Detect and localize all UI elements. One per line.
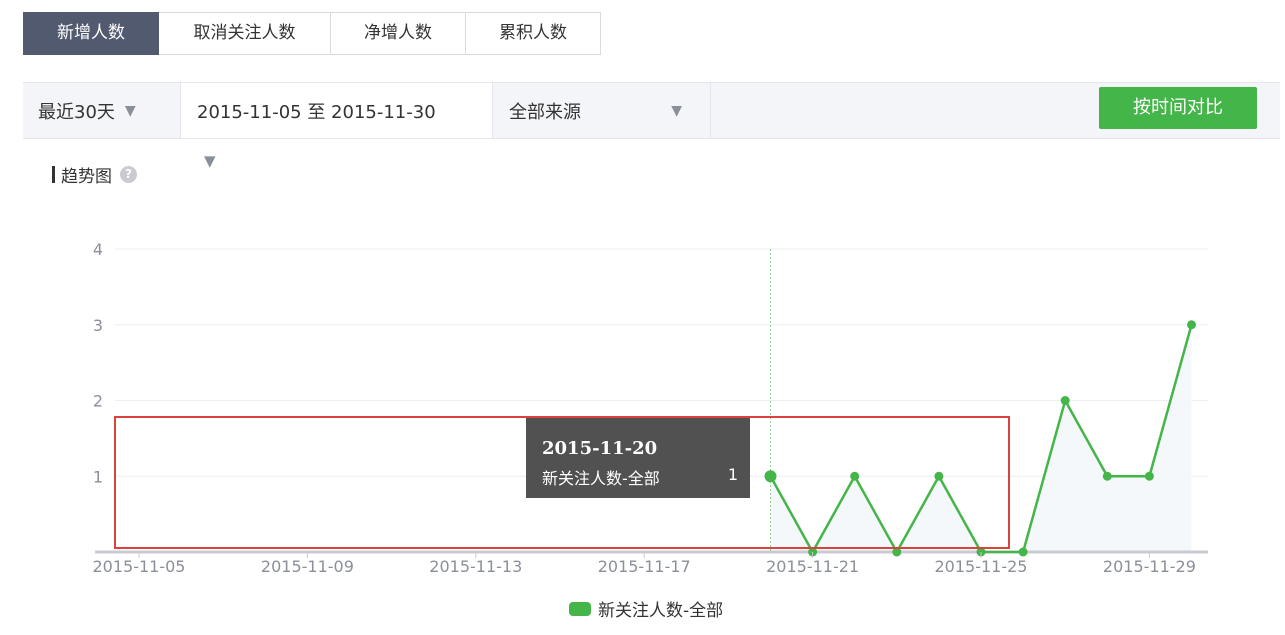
legend-label: 新关注人数-全部 [598,601,724,621]
x-tick-label: 2015-11-25 [935,557,1028,576]
x-tick-label: 2015-11-21 [766,557,859,576]
data-point [1144,471,1154,481]
tooltip-row: 新关注人数-全部 1 [542,465,738,489]
x-tick-label: 2015-11-17 [598,557,691,576]
chart-tooltip: 2015-11-20 新关注人数-全部 1 [526,418,750,498]
x-tick-label: 2015-11-13 [429,557,522,576]
y-tick-label: 1 [93,467,103,486]
data-point [1187,320,1196,330]
data-point [1060,396,1070,405]
y-tick-label: 2 [93,392,103,411]
x-tick-label: 2015-11-29 [1103,557,1196,576]
legend-swatch [569,601,591,616]
tooltip-value: 1 [727,465,738,484]
tooltip-date: 2015-11-20 [542,438,658,459]
y-tick-label: 3 [93,316,103,335]
y-tick-label: 4 [93,240,103,259]
x-tick-label: 2015-11-05 [93,557,186,576]
chart-legend[interactable]: 新关注人数-全部 [569,596,723,621]
tooltip-series: 新关注人数-全部 [542,469,660,488]
data-point [1102,471,1112,481]
x-tick-label: 2015-11-09 [261,557,354,576]
data-point [1018,547,1028,557]
